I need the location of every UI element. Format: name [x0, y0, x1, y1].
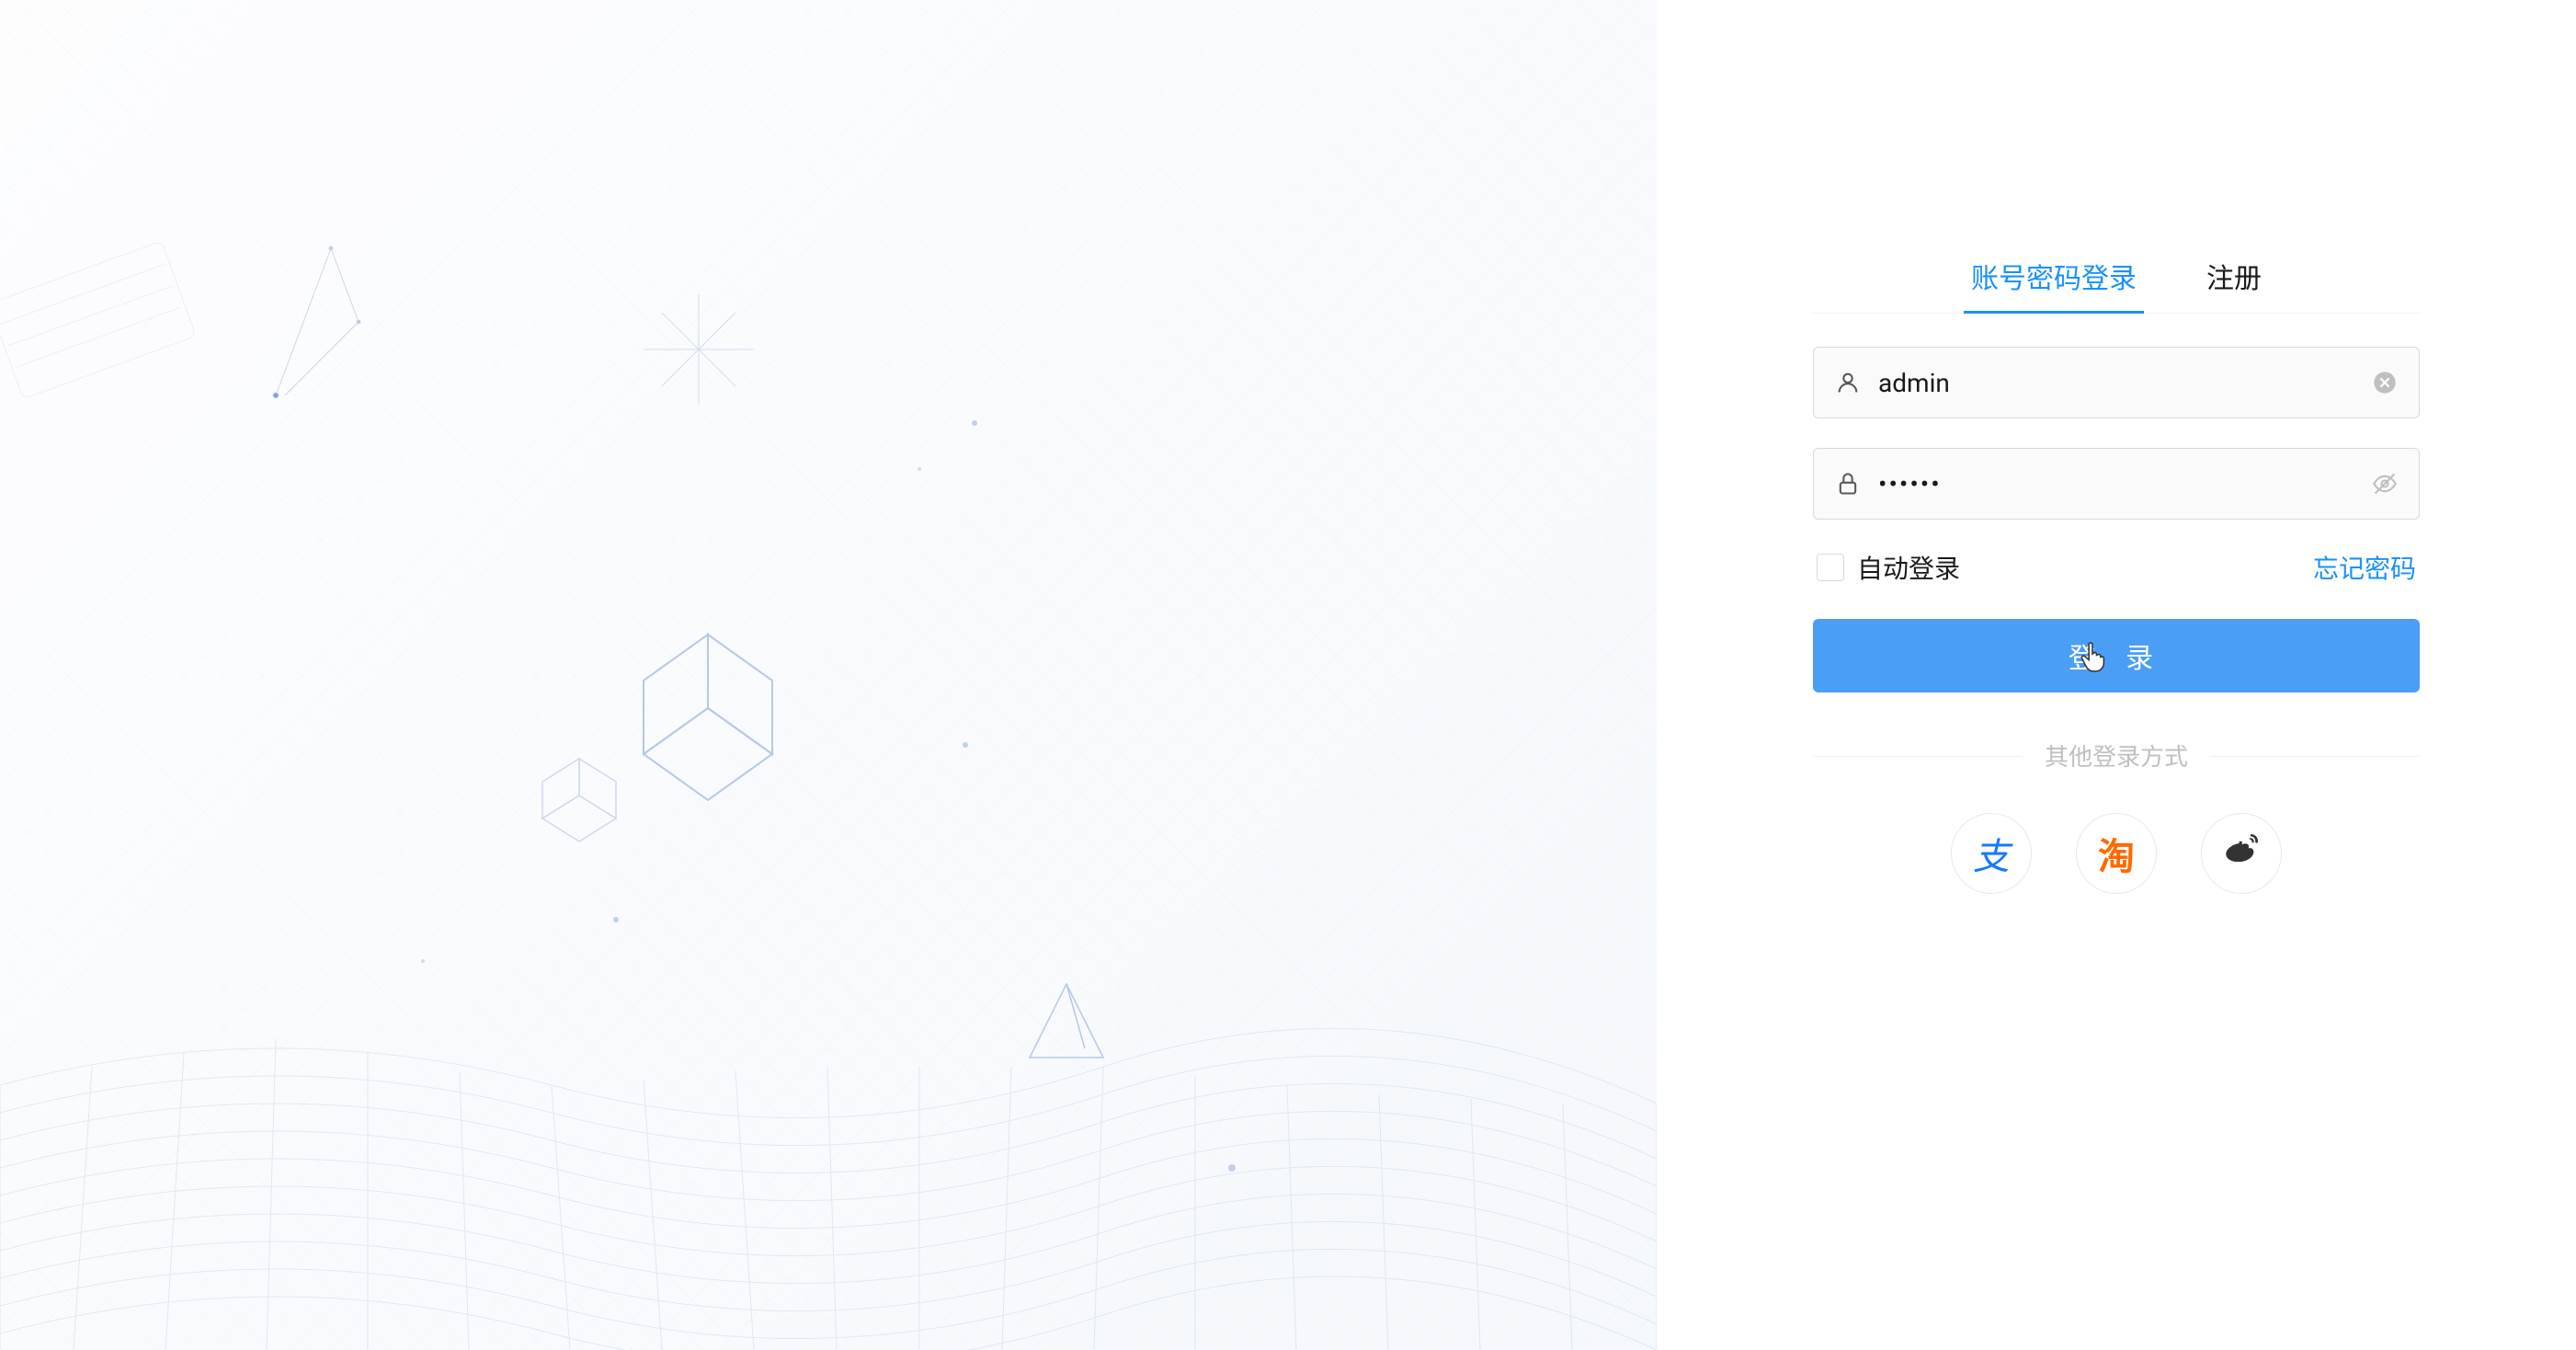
weibo-icon — [2223, 830, 2260, 876]
weibo-login-button[interactable] — [2201, 813, 2282, 894]
taobao-login-button[interactable]: 淘 — [2076, 813, 2157, 894]
auto-login-checkbox[interactable] — [1817, 554, 1844, 581]
social-login-row: 支 淘 — [1813, 813, 2420, 894]
login-button-label: 登 录 — [2069, 635, 2164, 676]
clear-icon[interactable] — [2372, 370, 2398, 395]
other-login-divider: 其他登录方式 — [1813, 738, 2420, 772]
username-input[interactable] — [1813, 347, 2420, 418]
alipay-icon: 支 — [1973, 827, 2010, 880]
options-row: 自动登录 忘记密码 — [1813, 549, 2420, 586]
decorative-wireframe-svg — [0, 0, 1657, 1350]
auto-login-label: 自动登录 — [1857, 549, 1960, 586]
username-field-wrapper — [1813, 347, 2420, 418]
password-input[interactable] — [1813, 448, 2420, 520]
taobao-icon: 淘 — [2098, 827, 2135, 880]
login-card: 账号密码登录 注册 — [1813, 239, 2420, 894]
auto-login-checkbox-wrapper[interactable]: 自动登录 — [1817, 549, 1960, 586]
password-field-wrapper — [1813, 448, 2420, 520]
eye-off-icon[interactable] — [2372, 471, 2398, 497]
other-login-title: 其他登录方式 — [2023, 738, 2210, 772]
login-panel: 账号密码登录 注册 — [1657, 0, 2576, 1350]
auth-tabs: 账号密码登录 注册 — [1813, 239, 2420, 314]
tab-register[interactable]: 注册 — [2199, 239, 2269, 313]
lock-icon — [1835, 471, 1861, 497]
alipay-login-button[interactable]: 支 — [1951, 813, 2032, 894]
decorative-left-panel — [0, 0, 1657, 1350]
user-icon — [1835, 370, 1861, 395]
forgot-password-link[interactable]: 忘记密码 — [2313, 549, 2416, 586]
login-button[interactable]: 登 录 — [1813, 619, 2420, 692]
tab-login[interactable]: 账号密码登录 — [1964, 239, 2144, 313]
